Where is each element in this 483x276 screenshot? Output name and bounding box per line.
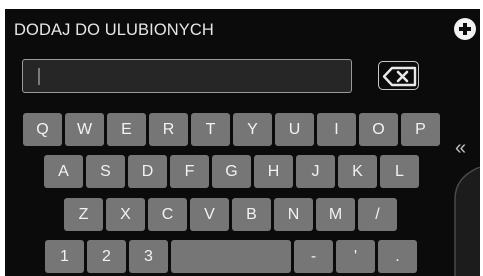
side-panel-tab[interactable] — [453, 167, 480, 276]
key-n[interactable]: N — [274, 198, 313, 231]
plus-circle-icon — [459, 23, 471, 35]
key-q[interactable]: Q — [23, 113, 62, 146]
key-3[interactable]: 3 — [129, 240, 168, 273]
key-c[interactable]: C — [148, 198, 187, 231]
key-k[interactable]: K — [338, 155, 377, 188]
backspace-x-icon — [382, 66, 417, 87]
double-chevron-left-icon[interactable]: « — [455, 137, 466, 160]
key-t[interactable]: T — [191, 113, 230, 146]
space-bar[interactable] — [171, 240, 291, 273]
key-j[interactable]: J — [296, 155, 335, 188]
key-m[interactable]: M — [316, 198, 355, 231]
key-u[interactable]: U — [275, 113, 314, 146]
key-a[interactable]: A — [44, 155, 83, 188]
key-z[interactable]: Z — [64, 198, 103, 231]
key-apostrophe[interactable]: ' — [336, 240, 375, 273]
screen-title: DODAJ DO ULUBIONYCH — [14, 21, 214, 39]
key-f[interactable]: F — [170, 155, 209, 188]
key-i[interactable]: I — [317, 113, 356, 146]
text-cursor — [38, 68, 40, 85]
key-r[interactable]: R — [149, 113, 188, 146]
key-p[interactable]: P — [401, 113, 440, 146]
key-h[interactable]: H — [254, 155, 293, 188]
key-slash[interactable]: / — [358, 198, 397, 231]
key-w[interactable]: W — [65, 113, 104, 146]
key-y[interactable]: Y — [233, 113, 272, 146]
key-e[interactable]: E — [107, 113, 146, 146]
key-period[interactable]: . — [378, 240, 417, 273]
key-2[interactable]: 2 — [87, 240, 126, 273]
key-d[interactable]: D — [128, 155, 167, 188]
key-hyphen[interactable]: - — [294, 240, 333, 273]
key-l[interactable]: L — [380, 155, 419, 188]
keyboard-screen: DODAJ DO ULUBIONYCH QWERTYUIOP ASDFGHJKL Z… — [5, 9, 480, 276]
backspace-button[interactable] — [378, 61, 419, 90]
key-1[interactable]: 1 — [45, 240, 84, 273]
key-s[interactable]: S — [86, 155, 125, 188]
key-v[interactable]: V — [190, 198, 229, 231]
add-favorite-button[interactable] — [454, 18, 476, 40]
text-input[interactable] — [22, 59, 352, 93]
key-g[interactable]: G — [212, 155, 251, 188]
key-o[interactable]: O — [359, 113, 398, 146]
key-x[interactable]: X — [106, 198, 145, 231]
key-b[interactable]: B — [232, 198, 271, 231]
